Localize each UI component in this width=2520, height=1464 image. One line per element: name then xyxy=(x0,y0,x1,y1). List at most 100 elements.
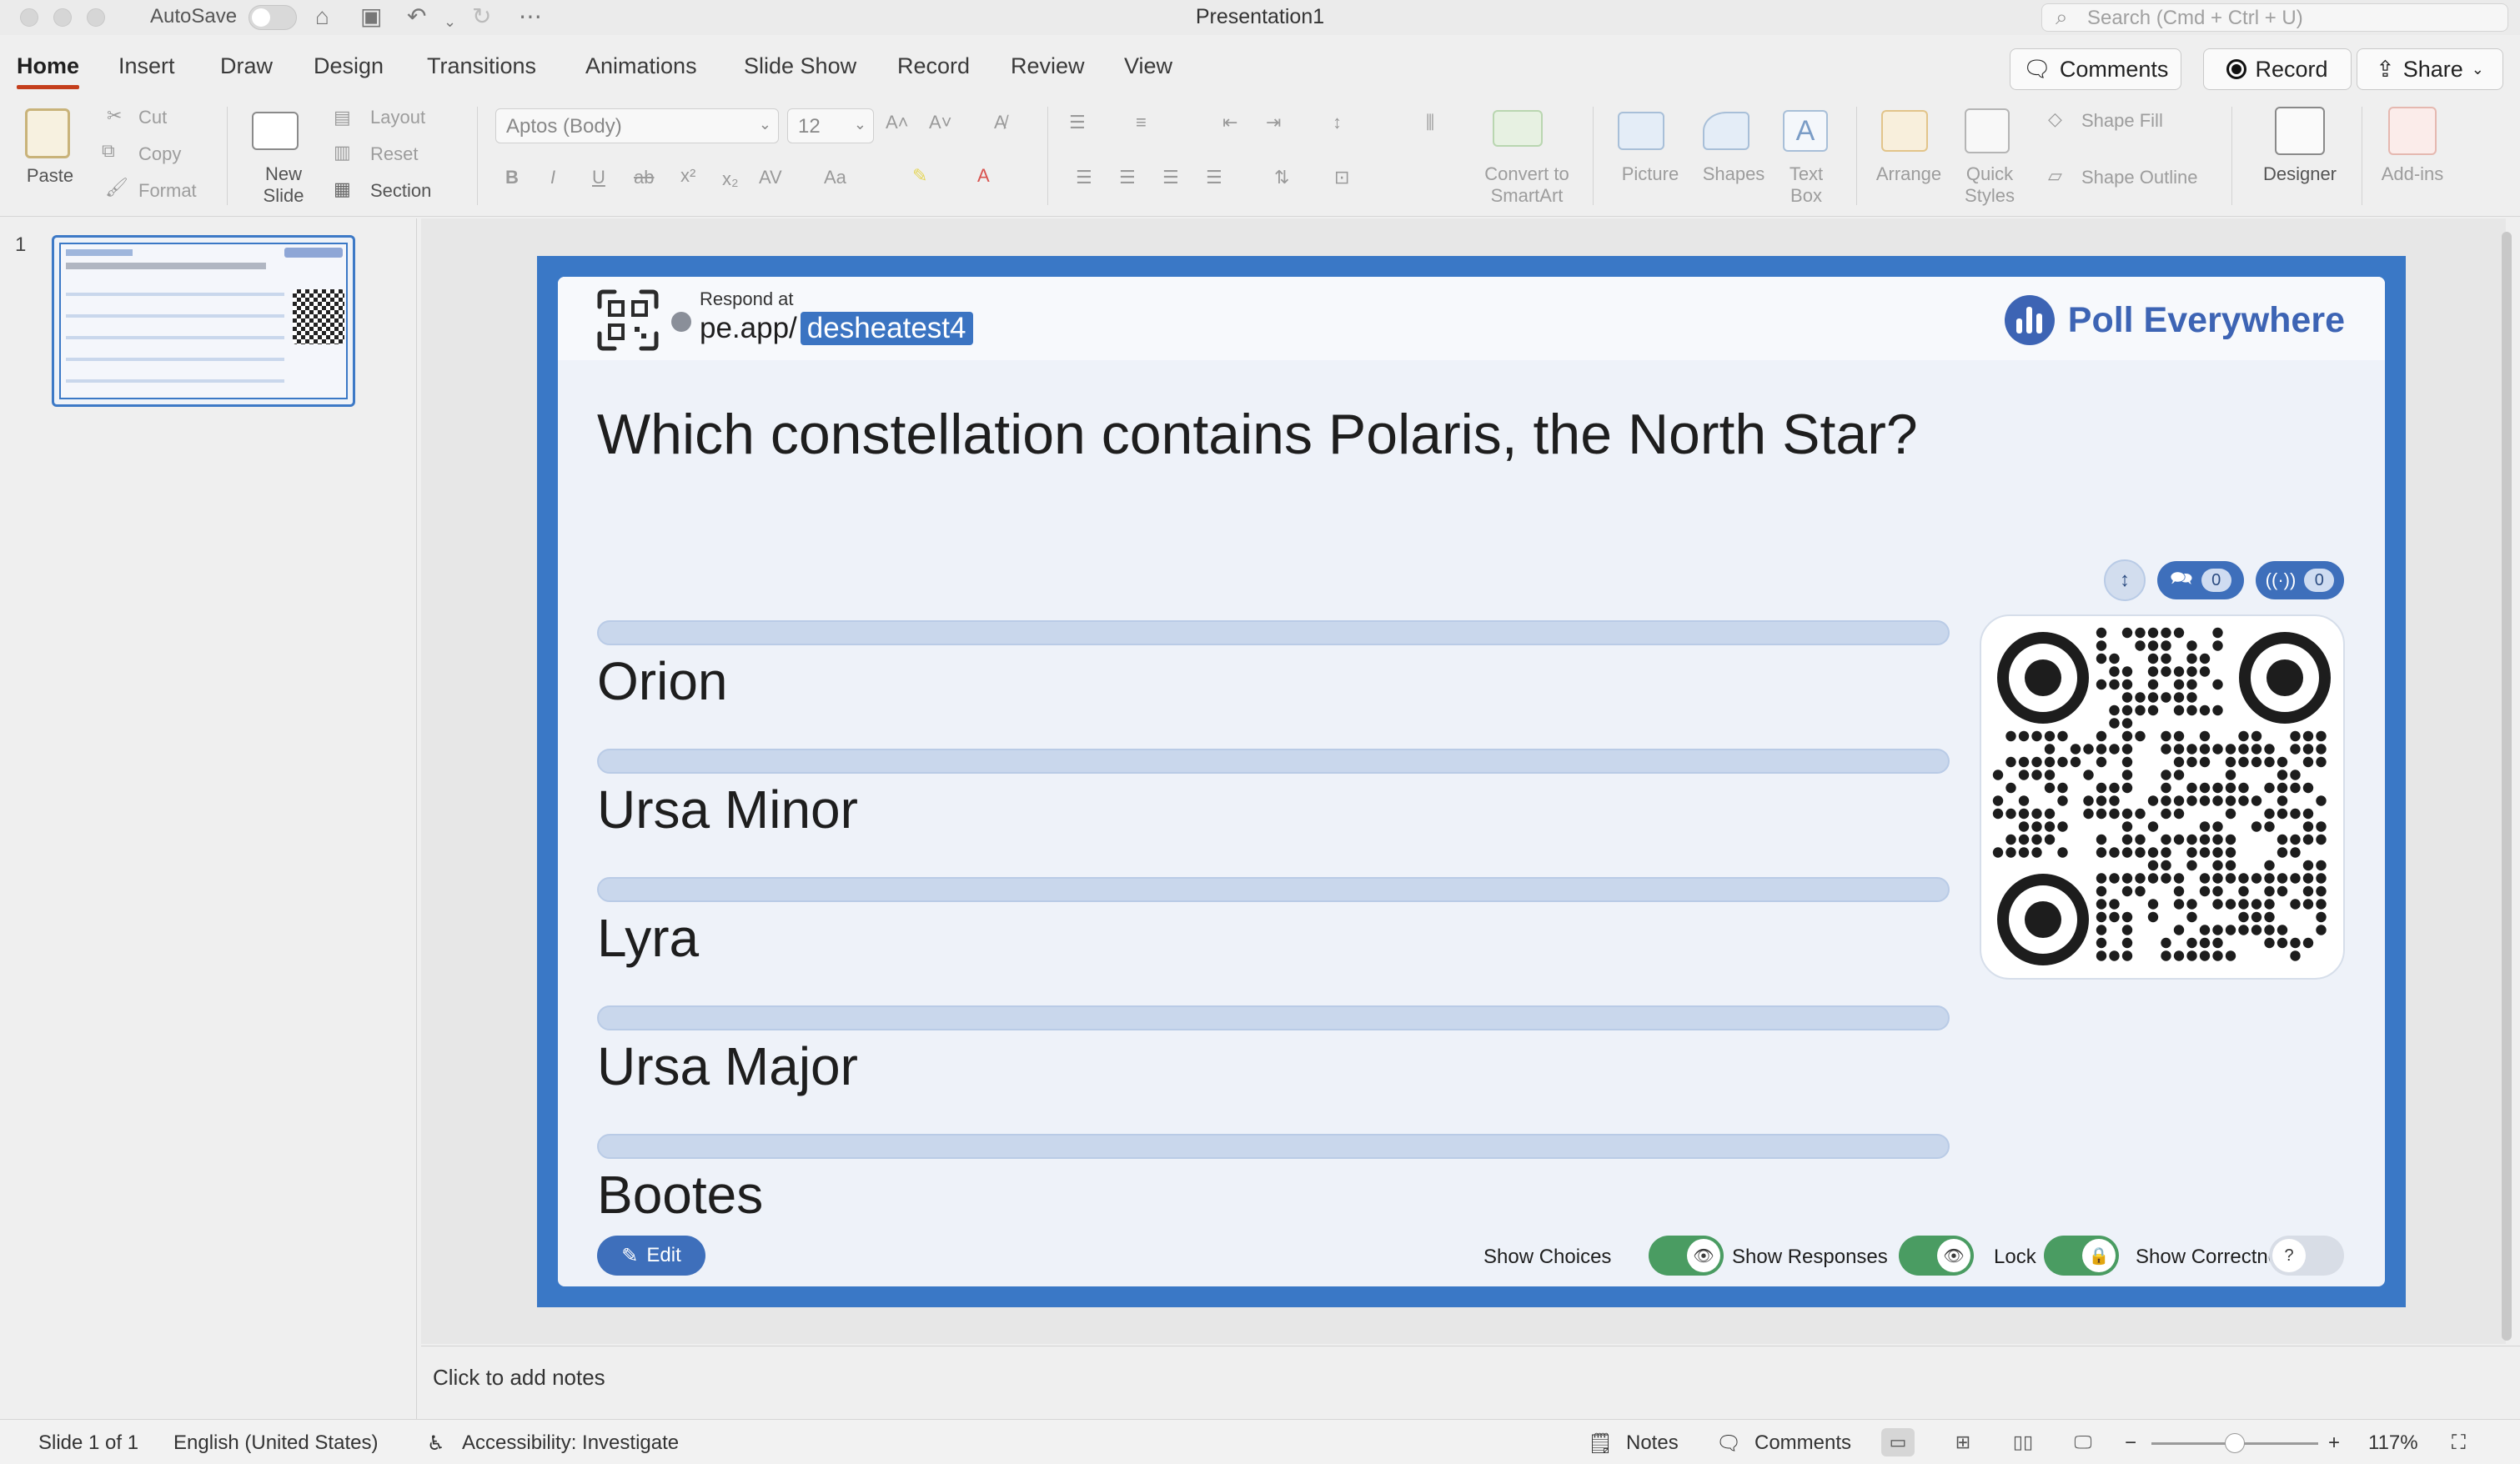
more-icon[interactable]: ⋯ xyxy=(519,3,542,30)
notes-pane[interactable]: Click to add notes xyxy=(421,1346,2520,1417)
close-window-button[interactable] xyxy=(20,8,38,27)
tab-design[interactable]: Design xyxy=(314,53,384,79)
show-choices-toggle[interactable]: 👁 xyxy=(1649,1236,1724,1276)
bold-icon[interactable]: B xyxy=(505,167,519,188)
vertical-scrollbar[interactable] xyxy=(2502,232,2512,1341)
reset-button[interactable]: Reset xyxy=(370,143,418,165)
new-slide-button[interactable]: New Slide xyxy=(250,163,317,207)
record-button[interactable]: Record xyxy=(2203,48,2352,90)
italic-icon[interactable]: I xyxy=(550,167,555,188)
shape-fill-button[interactable]: Shape Fill xyxy=(2081,110,2163,132)
columns-icon[interactable]: ⫼ xyxy=(1426,112,1434,133)
zoom-level[interactable]: 117% xyxy=(2368,1431,2418,1455)
picture-button[interactable]: Picture xyxy=(1613,163,1688,185)
format-painter-button[interactable]: Format xyxy=(138,180,197,202)
comments-button[interactable]: 🗨 Comments xyxy=(2010,48,2181,90)
numbering-icon[interactable]: ≡ xyxy=(1136,112,1147,133)
lock-toggle[interactable]: 🔒 xyxy=(2044,1236,2119,1276)
picture-icon[interactable] xyxy=(1618,112,1664,150)
superscript-icon[interactable]: x² xyxy=(680,165,695,187)
font-name-select[interactable]: Aptos (Body) ⌄ xyxy=(495,108,779,143)
resize-toggle-button[interactable]: ↕ xyxy=(2104,559,2146,601)
add-ins-button[interactable]: Add-ins xyxy=(2375,163,2450,185)
section-button[interactable]: Section xyxy=(370,180,431,202)
tab-record[interactable]: Record xyxy=(897,53,970,79)
shapes-icon[interactable] xyxy=(1703,112,1749,150)
arrange-icon[interactable] xyxy=(1881,110,1928,152)
justify-icon[interactable]: ☰ xyxy=(1206,167,1222,188)
smartart-icon[interactable] xyxy=(1493,110,1543,147)
text-box-button[interactable]: Text Box xyxy=(1781,163,1831,207)
add-ins-icon[interactable] xyxy=(2388,107,2437,155)
normal-view-icon[interactable]: ▭ xyxy=(1881,1428,1915,1456)
show-correctness-toggle[interactable]: ? xyxy=(2269,1236,2344,1276)
cut-button[interactable]: Cut xyxy=(138,107,167,128)
tab-transitions[interactable]: Transitions xyxy=(427,53,536,79)
autosave-toggle[interactable] xyxy=(248,5,297,30)
undo-icon[interactable]: ↶ xyxy=(407,3,426,30)
decrease-indent-icon[interactable]: ⇤ xyxy=(1222,112,1237,133)
shapes-button[interactable]: Shapes xyxy=(1696,163,1771,185)
align-left-icon[interactable]: ☰ xyxy=(1076,167,1092,188)
tab-draw[interactable]: Draw xyxy=(220,53,273,79)
fit-to-window-icon[interactable]: ⛶ xyxy=(2452,1431,2466,1455)
zoom-in-icon[interactable]: + xyxy=(2328,1431,2340,1455)
tab-review[interactable]: Review xyxy=(1011,53,1085,79)
tab-insert[interactable]: Insert xyxy=(118,53,175,79)
notes-toggle[interactable]: Notes xyxy=(1626,1431,1679,1455)
underline-icon[interactable]: U xyxy=(592,167,605,188)
line-spacing-icon[interactable]: ↕ xyxy=(1333,112,1342,133)
subscript-icon[interactable]: x₂ xyxy=(722,168,739,190)
designer-icon[interactable] xyxy=(2275,107,2325,155)
text-direction-icon[interactable]: ⇅ xyxy=(1274,167,1289,188)
bullets-icon[interactable]: ☰ xyxy=(1069,112,1086,133)
tab-slide-show[interactable]: Slide Show xyxy=(744,53,856,79)
quick-styles-button[interactable]: Quick Styles xyxy=(1956,163,2023,207)
strikethrough-icon[interactable]: ab xyxy=(634,167,654,188)
text-box-icon[interactable]: A xyxy=(1783,110,1828,152)
align-right-icon[interactable]: ☰ xyxy=(1162,167,1179,188)
search-input[interactable]: ⌕ Search (Cmd + Ctrl + U) xyxy=(2041,3,2508,32)
accessibility-status[interactable]: Accessibility: Investigate xyxy=(462,1431,679,1455)
slide-thumbnail[interactable] xyxy=(52,235,355,407)
minimize-window-button[interactable] xyxy=(53,8,72,27)
highlight-icon[interactable]: ✎ xyxy=(912,165,927,187)
zoom-out-icon[interactable]: − xyxy=(2125,1431,2136,1455)
share-button[interactable]: ⇪ Share ⌄ xyxy=(2357,48,2503,90)
tab-home[interactable]: Home xyxy=(17,53,80,89)
language-indicator[interactable]: English (United States) xyxy=(173,1431,378,1455)
paste-icon[interactable] xyxy=(25,108,70,158)
redo-icon[interactable]: ↻ xyxy=(472,3,491,30)
layout-button[interactable]: Layout xyxy=(370,107,425,128)
home-icon[interactable]: ⌂ xyxy=(315,3,329,30)
character-spacing-icon[interactable]: AV xyxy=(759,167,782,188)
tab-view[interactable]: View xyxy=(1124,53,1172,79)
slide-sorter-icon[interactable]: ⊞ xyxy=(1946,1428,1980,1456)
designer-button[interactable]: Designer xyxy=(2256,163,2343,185)
increase-font-icon[interactable]: A˄ xyxy=(886,112,909,133)
zoom-window-button[interactable] xyxy=(87,8,105,27)
copy-button[interactable]: Copy xyxy=(138,143,181,165)
convert-smartart-button[interactable]: Convert to SmartArt xyxy=(1473,163,1581,207)
zoom-slider-handle[interactable] xyxy=(2225,1433,2245,1453)
change-case-icon[interactable]: Aa xyxy=(824,167,846,188)
reading-view-icon[interactable]: ▯▯ xyxy=(2006,1428,2040,1456)
arrange-button[interactable]: Arrange xyxy=(1871,163,1946,185)
decrease-font-icon[interactable]: A˅ xyxy=(929,112,952,133)
increase-indent-icon[interactable]: ⇥ xyxy=(1266,112,1281,133)
font-size-select[interactable]: 12 ⌄ xyxy=(787,108,874,143)
tab-animations[interactable]: Animations xyxy=(585,53,697,79)
new-slide-icon[interactable] xyxy=(252,112,299,150)
show-responses-toggle[interactable]: 👁 xyxy=(1899,1236,1974,1276)
comments-toggle[interactable]: Comments xyxy=(1754,1431,1851,1455)
align-text-icon[interactable]: ⊡ xyxy=(1334,167,1349,188)
slide-1[interactable]: Respond at pe.app/desheatest4 Poll Every… xyxy=(537,256,2406,1307)
messages-counter[interactable]: 🗪 0 xyxy=(2157,561,2244,599)
slide-show-icon[interactable]: 🖵 xyxy=(2066,1428,2100,1456)
clear-formatting-icon[interactable]: A̸ xyxy=(994,112,1006,133)
save-icon[interactable]: ▣ xyxy=(360,3,382,30)
undo-dropdown-icon[interactable]: ⌄ xyxy=(444,8,456,35)
align-center-icon[interactable]: ☰ xyxy=(1119,167,1136,188)
edit-button[interactable]: ✎ Edit xyxy=(597,1236,705,1276)
font-color-icon[interactable]: A xyxy=(977,165,990,187)
